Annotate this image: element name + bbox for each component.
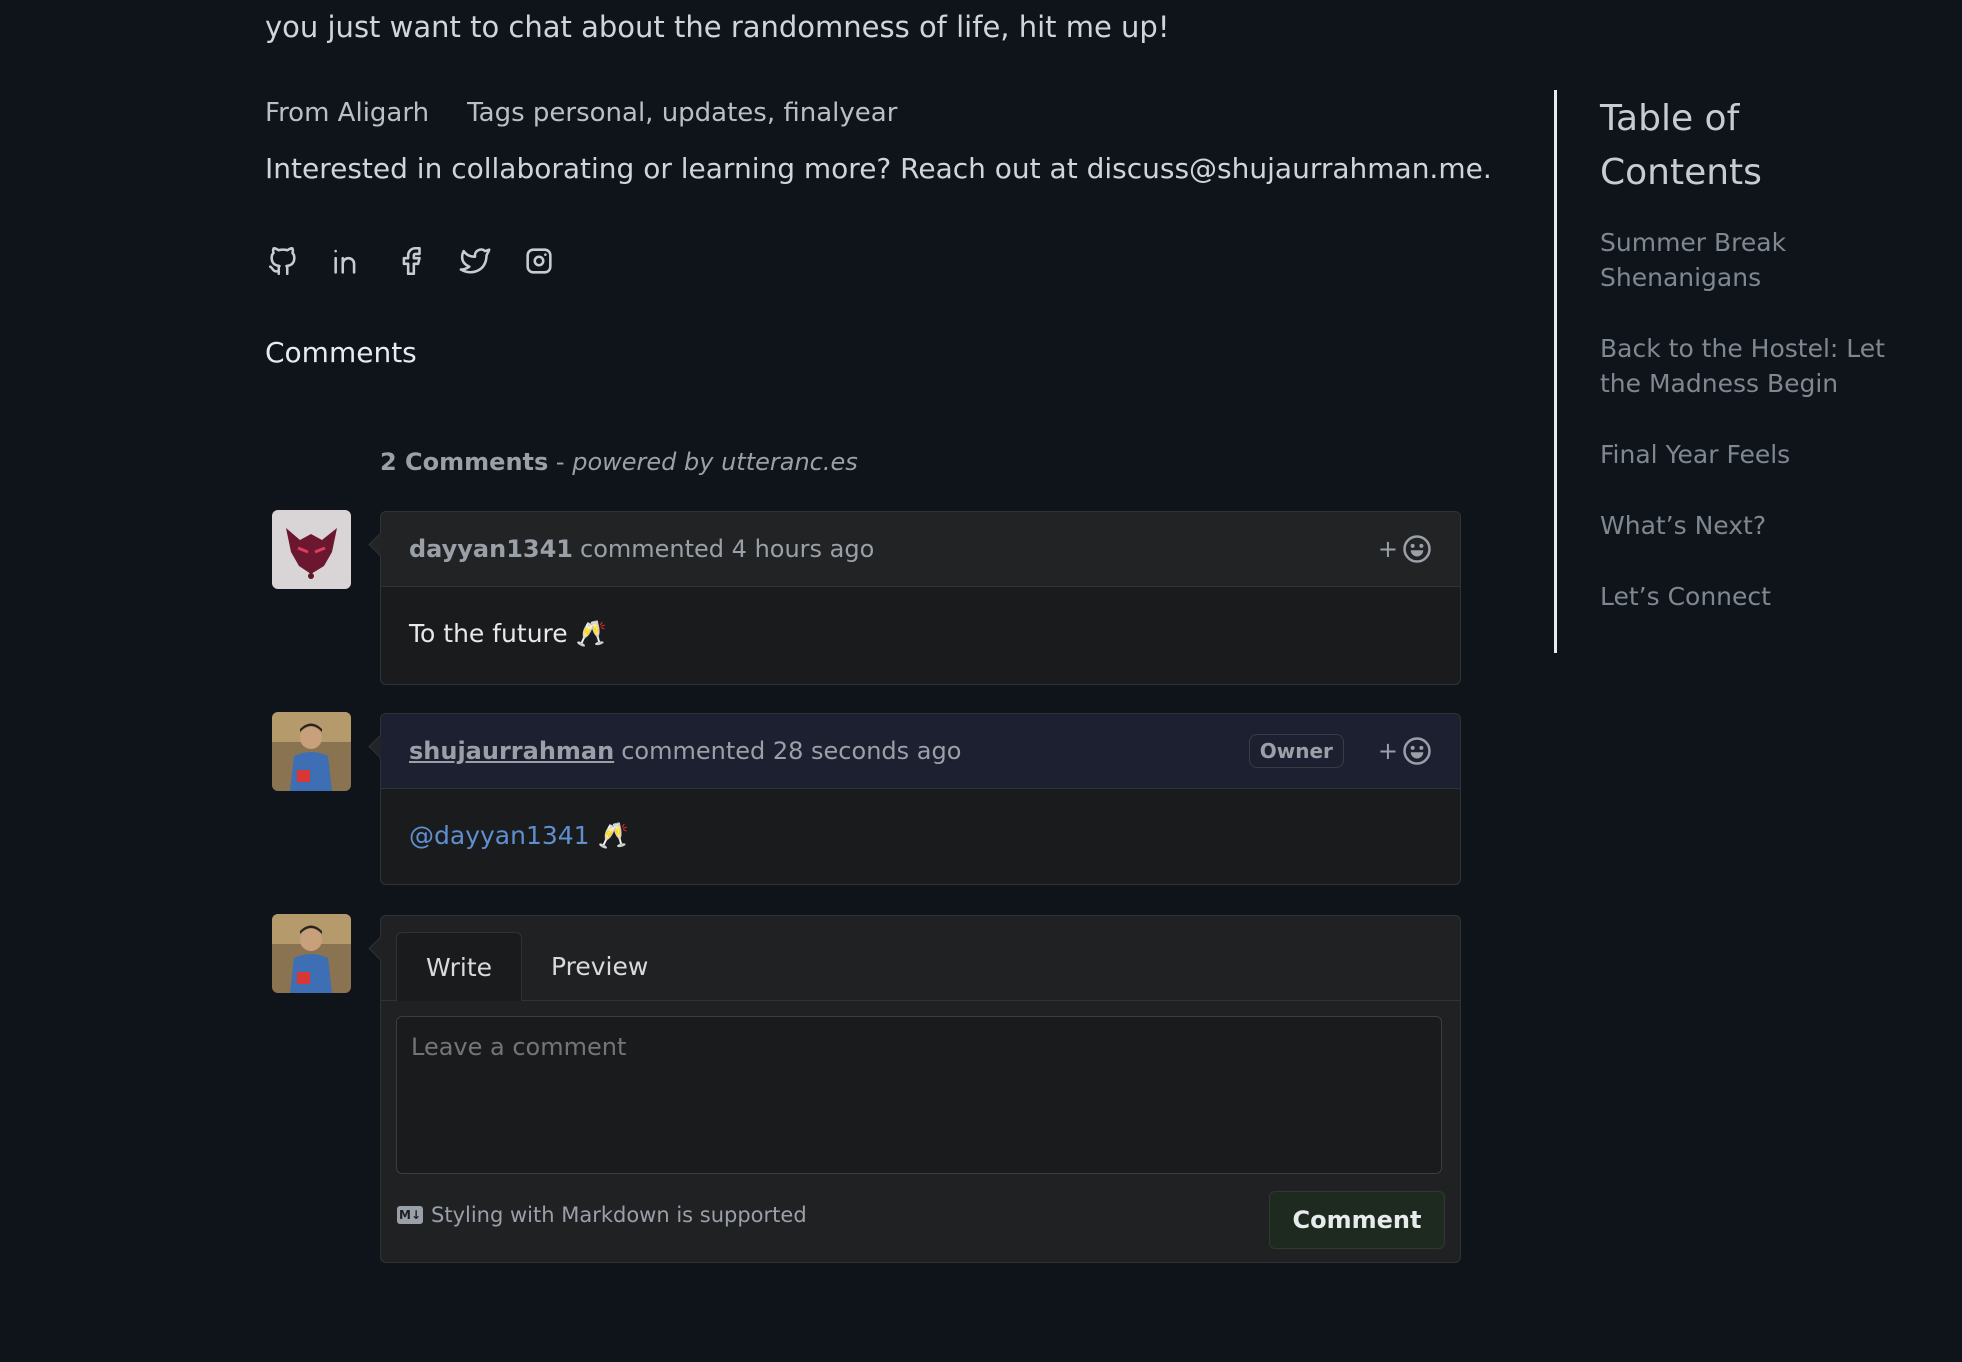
toc-item-final-year[interactable]: Final Year Feels bbox=[1600, 437, 1900, 472]
comment-count: 2 Comments - powered by utteranc.es bbox=[380, 448, 858, 476]
post-tags[interactable]: Tags personal, updates, finalyear bbox=[467, 98, 897, 128]
markdown-note[interactable]: Styling with Markdown is supported bbox=[431, 1203, 807, 1227]
owner-badge: Owner bbox=[1248, 734, 1344, 768]
comment-count-number: 2 Comments bbox=[380, 448, 549, 476]
comment-input[interactable] bbox=[396, 1016, 1442, 1174]
linkedin-icon[interactable] bbox=[329, 243, 365, 279]
comment-body: @dayyan1341 🥂 bbox=[381, 789, 1460, 883]
submit-comment-button[interactable]: Comment bbox=[1269, 1191, 1445, 1249]
comment-author[interactable]: dayyan1341 bbox=[409, 535, 573, 563]
facebook-icon[interactable] bbox=[393, 243, 429, 279]
comment-author[interactable]: shujaurrahman bbox=[409, 737, 614, 765]
comment-timestamp[interactable]: commented 4 hours ago bbox=[580, 535, 874, 563]
avatar[interactable] bbox=[272, 510, 351, 589]
user-mention[interactable]: @dayyan1341 bbox=[409, 821, 590, 850]
new-comment-form: Write Preview M↓ Styling with Markdown i… bbox=[380, 915, 1461, 1263]
post-location: From Aligarh bbox=[265, 98, 430, 128]
twitter-icon[interactable] bbox=[457, 243, 493, 279]
comment-header: dayyan1341 commented 4 hours ago + bbox=[381, 512, 1460, 587]
add-reaction-button[interactable]: + bbox=[1378, 534, 1432, 564]
comment-card: dayyan1341 commented 4 hours ago + To th… bbox=[380, 511, 1461, 685]
toc-list: Summer Break Shenanigans Back to the Hos… bbox=[1600, 225, 1900, 614]
editor-tabs: Write Preview bbox=[396, 932, 677, 1001]
comment-count-sep: - bbox=[548, 448, 573, 476]
smiley-icon bbox=[1403, 535, 1431, 563]
toc-item-summer-break[interactable]: Summer Break Shenanigans bbox=[1600, 225, 1900, 295]
tab-write[interactable]: Write bbox=[396, 932, 523, 1001]
plus-icon: + bbox=[1377, 737, 1398, 765]
toc-item-back-to-hostel[interactable]: Back to the Hostel: Let the Madness Begi… bbox=[1600, 331, 1900, 401]
toc-item-whats-next[interactable]: What’s Next? bbox=[1600, 508, 1900, 543]
comment-text: 🥂 bbox=[589, 821, 629, 850]
current-user-avatar[interactable] bbox=[272, 914, 351, 993]
instagram-icon[interactable] bbox=[521, 243, 557, 279]
post-intro-text: you just want to chat about the randomne… bbox=[265, 10, 1170, 44]
tab-preview[interactable]: Preview bbox=[522, 932, 677, 1000]
powered-by-link[interactable]: powered by utteranc.es bbox=[572, 448, 858, 476]
toc-title: Table of Contents bbox=[1600, 98, 1762, 193]
add-reaction-button[interactable]: + bbox=[1378, 736, 1432, 766]
markdown-hint: M↓ Styling with Markdown is supported bbox=[397, 1203, 807, 1227]
smiley-icon bbox=[1403, 737, 1431, 765]
comment-card: shujaurrahman commented 28 seconds ago O… bbox=[380, 713, 1461, 885]
comment-body: To the future 🥂 bbox=[409, 619, 607, 648]
plus-icon: + bbox=[1377, 535, 1398, 563]
toc-item-lets-connect[interactable]: Let’s Connect bbox=[1600, 579, 1900, 614]
comment-timestamp[interactable]: commented 28 seconds ago bbox=[621, 737, 961, 765]
comments-heading: Comments bbox=[265, 336, 417, 369]
comment-header: shujaurrahman commented 28 seconds ago O… bbox=[381, 714, 1460, 789]
social-links bbox=[265, 243, 557, 279]
github-icon[interactable] bbox=[265, 243, 301, 279]
avatar[interactable] bbox=[272, 712, 351, 791]
post-meta: From Aligarh Tags personal, updates, fin… bbox=[265, 98, 897, 128]
table-of-contents: Table of Contents Summer Break Shenaniga… bbox=[1554, 90, 1900, 653]
markdown-icon: M↓ bbox=[397, 1206, 423, 1224]
contact-cta: Interested in collaborating or learning … bbox=[265, 152, 1492, 185]
